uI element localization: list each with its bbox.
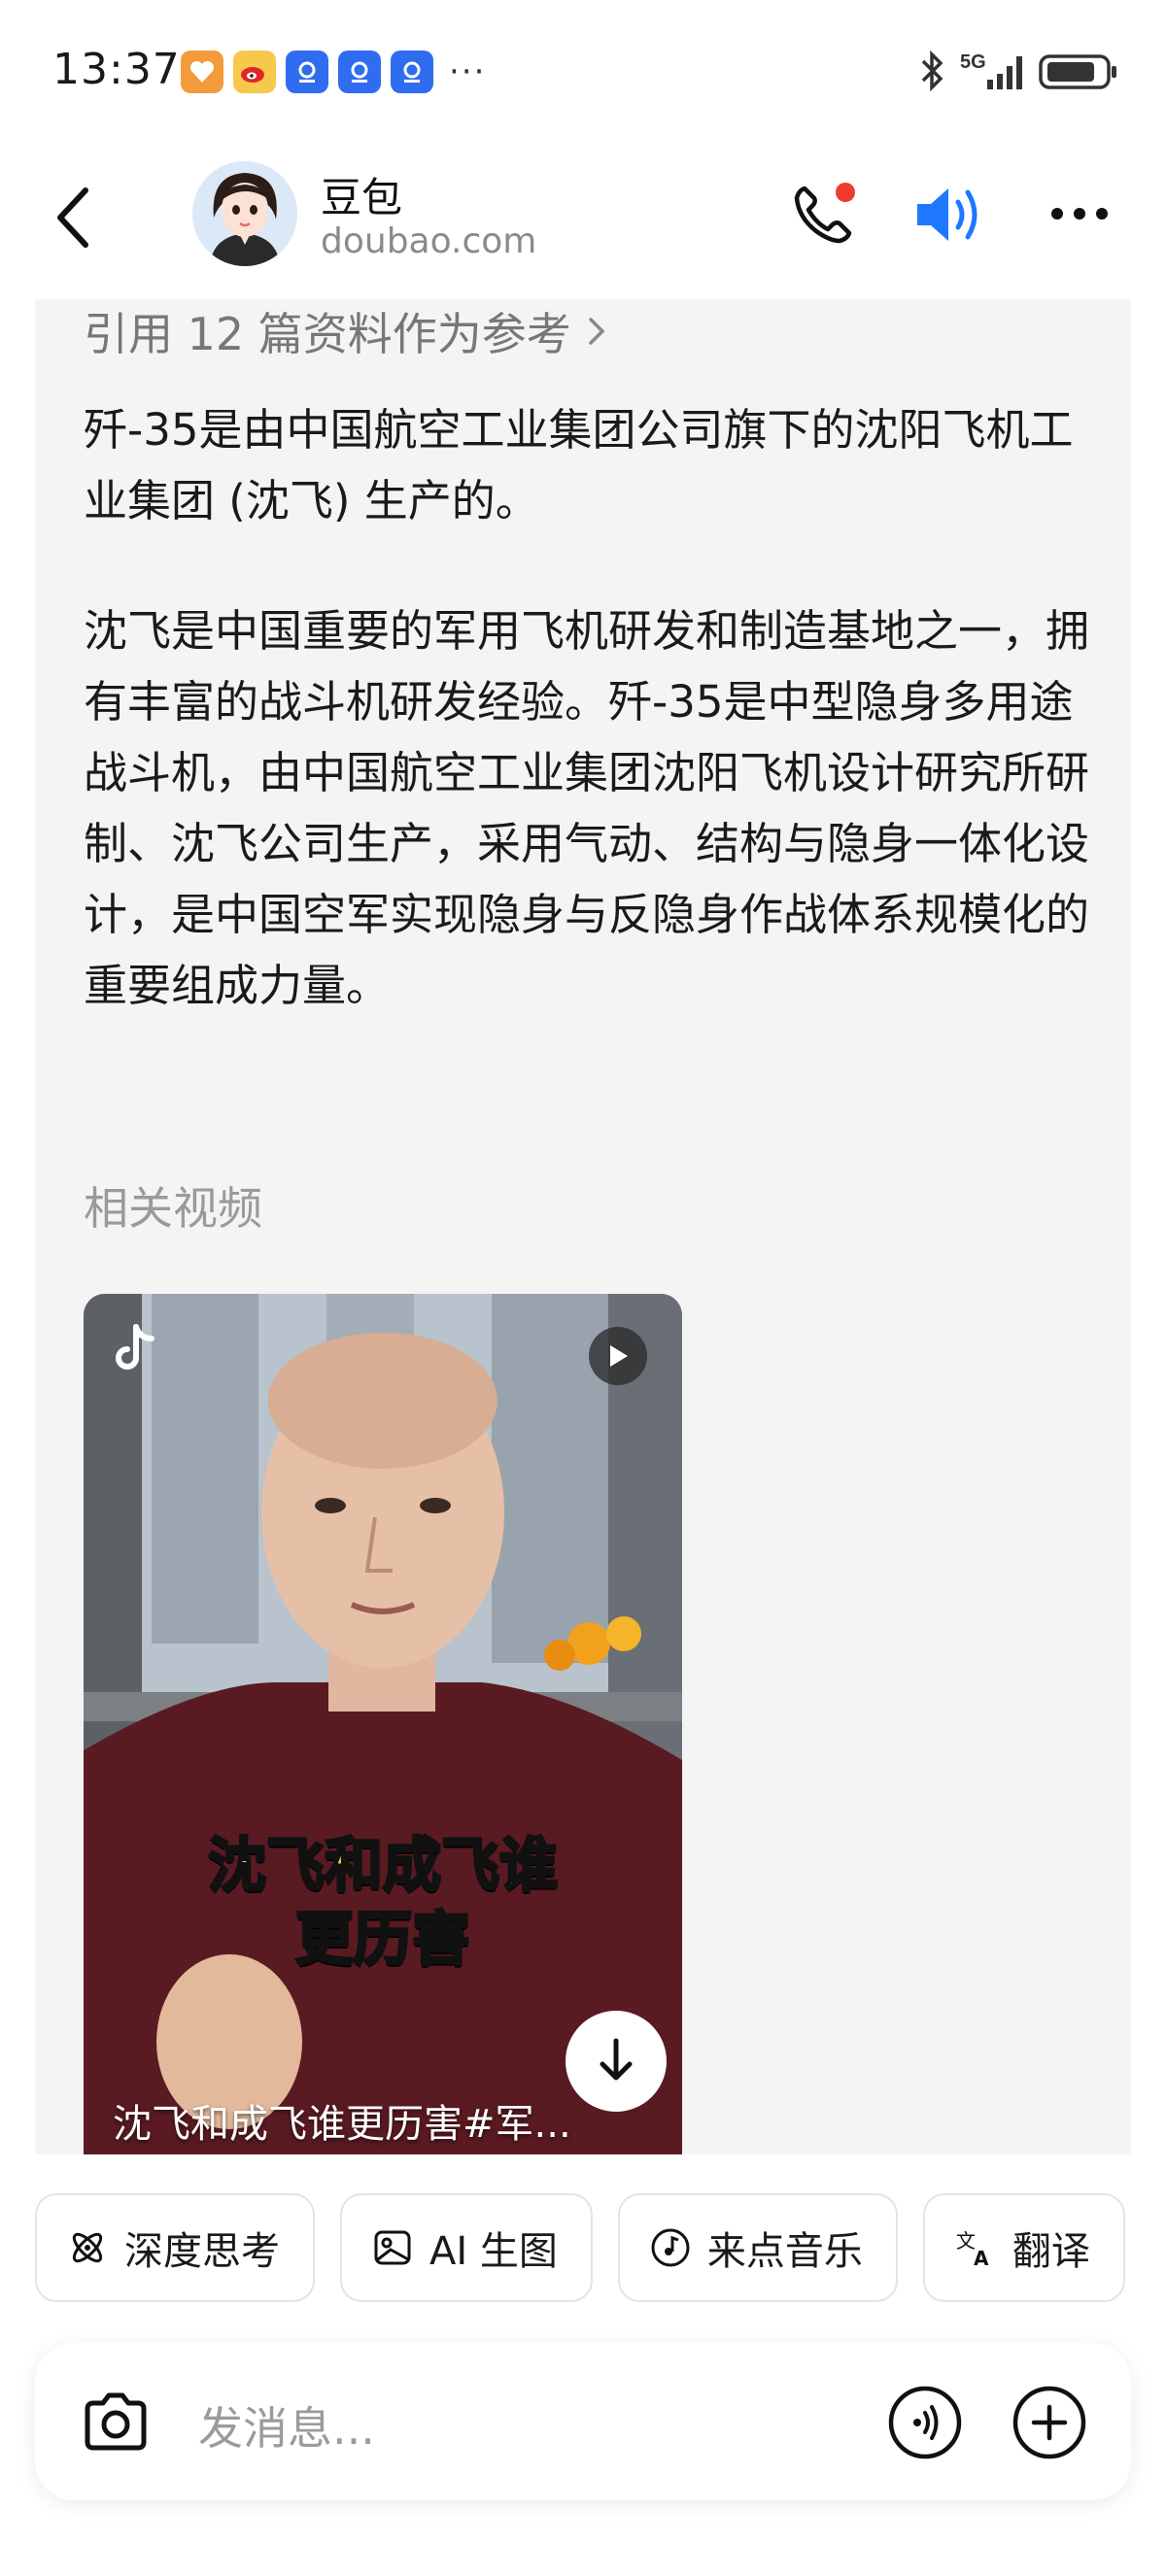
video-card[interactable]: 沈飞和成飞谁 更历害 沈飞和成飞谁更历害#军... (84, 1294, 682, 2154)
chip-label: 深度思考 (124, 2229, 280, 2274)
download-arrow-icon (600, 2038, 633, 2081)
answer-paragraph: 歼-35是由中国航空工业集团公司旗下的沈阳飞机工业集团 (沈飞) 生产的。 (84, 404, 1074, 526)
chip-label: 来点音乐 (706, 2229, 863, 2274)
svg-text:5G: 5G (960, 51, 986, 73)
download-button[interactable] (566, 2011, 667, 2112)
app-screen: 13:37 ··· 5G 豆包 doubao.com 引用 12 篇资料作为参考… (0, 0, 1166, 2576)
back-arrow-icon[interactable] (47, 179, 105, 256)
svg-text:文: 文 (956, 2229, 976, 2253)
chat-header: 豆包 doubao.com (0, 146, 1166, 291)
blue-app-icon (338, 51, 381, 93)
answer-paragraph: 沈飞是中国重要的军用飞机研发和制造基地之一，拥有丰富的战斗机研发经验。歼-35是… (84, 605, 1090, 1011)
translate-icon: 文 A (956, 2229, 989, 2269)
music-icon (651, 2228, 690, 2267)
references-link[interactable]: 引用 12 篇资料作为参考 (84, 299, 610, 363)
video-overlay-text: 沈飞和成飞谁 (207, 1831, 560, 1902)
more-notifications-indicator: ··· (449, 52, 487, 91)
blue-app-icon (286, 51, 328, 93)
answer-message-card: 引用 12 篇资料作为参考 歼-35是由中国航空工业集团公司旗下的沈阳飞机工业集… (35, 299, 1131, 2154)
play-icon[interactable] (589, 1327, 647, 1385)
signal-5g-icon: 5G (960, 51, 1022, 89)
tiktok-logo-icon (116, 1324, 154, 1370)
status-bar: 13:37 ··· 5G (0, 0, 1166, 146)
quick-action-chips: 深度思考 AI 生图 来点音乐 文 A 翻译 (35, 2193, 1125, 2302)
chat-subtitle: doubao.com (321, 221, 537, 261)
svg-text:A: A (974, 2247, 989, 2269)
phone-call-icon[interactable] (789, 181, 857, 249)
video-overlay-text: 更历害 (294, 1905, 472, 1976)
chip-translate[interactable]: 文 A 翻译 (922, 2193, 1125, 2302)
voice-input-icon[interactable] (886, 2384, 964, 2461)
chat-title: 豆包 (321, 174, 403, 221)
chip-ai-image[interactable]: AI 生图 (340, 2193, 593, 2302)
message-input[interactable]: 发消息... (198, 2393, 375, 2457)
notification-icons: ··· (181, 51, 486, 93)
message-input-bar: 发消息... (35, 2343, 1131, 2500)
chip-label: AI 生图 (429, 2229, 558, 2274)
video-title: 沈飞和成飞谁更历害#军... (113, 2102, 571, 2147)
system-icons: 5G (917, 49, 1119, 93)
chip-music[interactable]: 来点音乐 (617, 2193, 898, 2302)
related-videos-heading: 相关视频 (84, 1182, 262, 1235)
camera-icon[interactable] (80, 2388, 152, 2456)
more-options-icon[interactable] (1047, 185, 1112, 243)
speaker-icon[interactable] (911, 181, 989, 249)
heart-shield-app-icon (181, 51, 223, 93)
atom-icon (72, 2232, 103, 2263)
references-label: 引用 12 篇资料作为参考 (84, 308, 571, 360)
chevron-right-icon (589, 318, 605, 345)
chip-deep-thinking[interactable]: 深度思考 (35, 2193, 315, 2302)
status-time: 13:37 (52, 45, 181, 94)
bluetooth-icon (921, 50, 943, 92)
add-attachment-icon[interactable] (1011, 2384, 1088, 2461)
avatar[interactable] (192, 161, 297, 266)
weibo-icon (233, 51, 276, 93)
chip-label: 翻译 (1012, 2229, 1090, 2274)
blue-app-icon (391, 51, 433, 93)
image-icon (374, 2230, 411, 2265)
battery-icon (1039, 54, 1116, 89)
